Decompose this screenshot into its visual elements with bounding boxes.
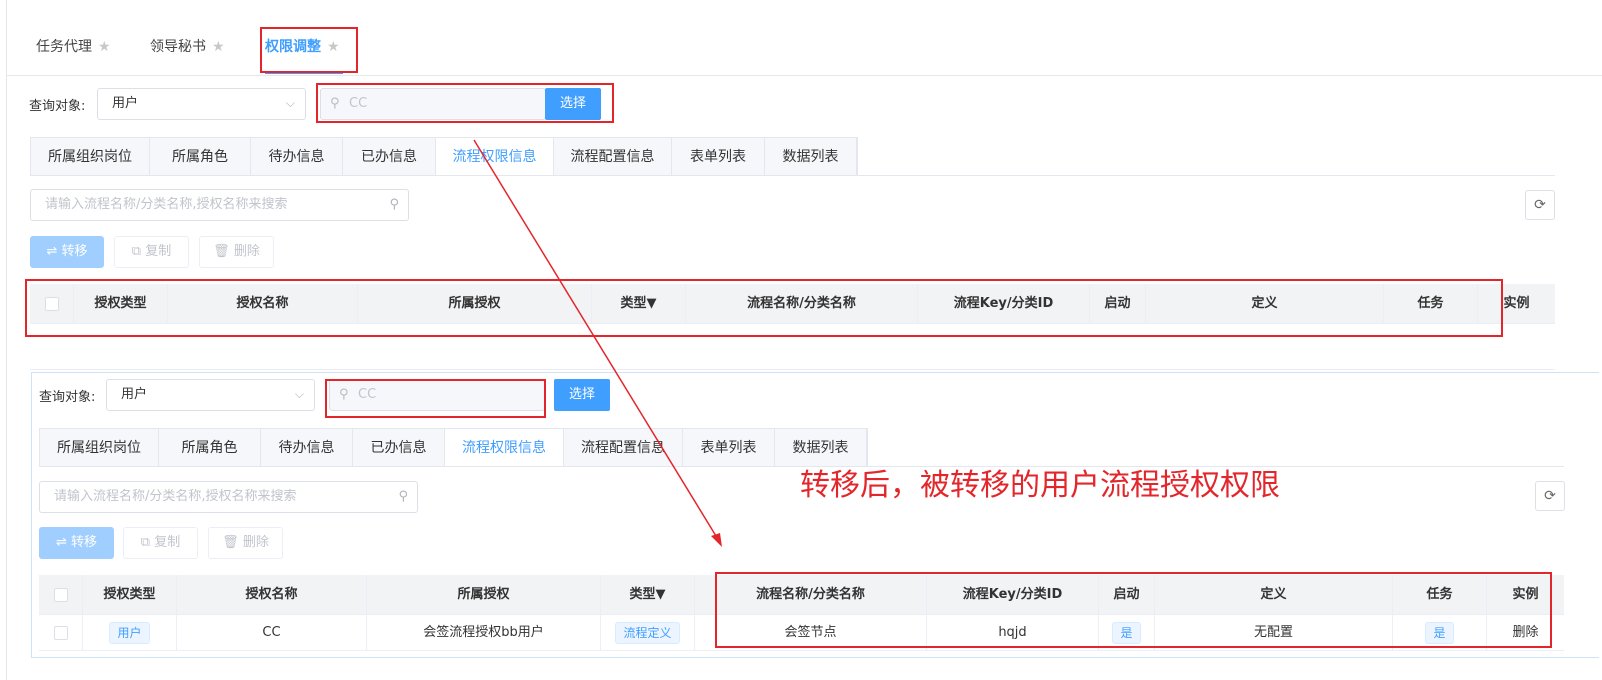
annotation-arrow xyxy=(473,139,722,547)
